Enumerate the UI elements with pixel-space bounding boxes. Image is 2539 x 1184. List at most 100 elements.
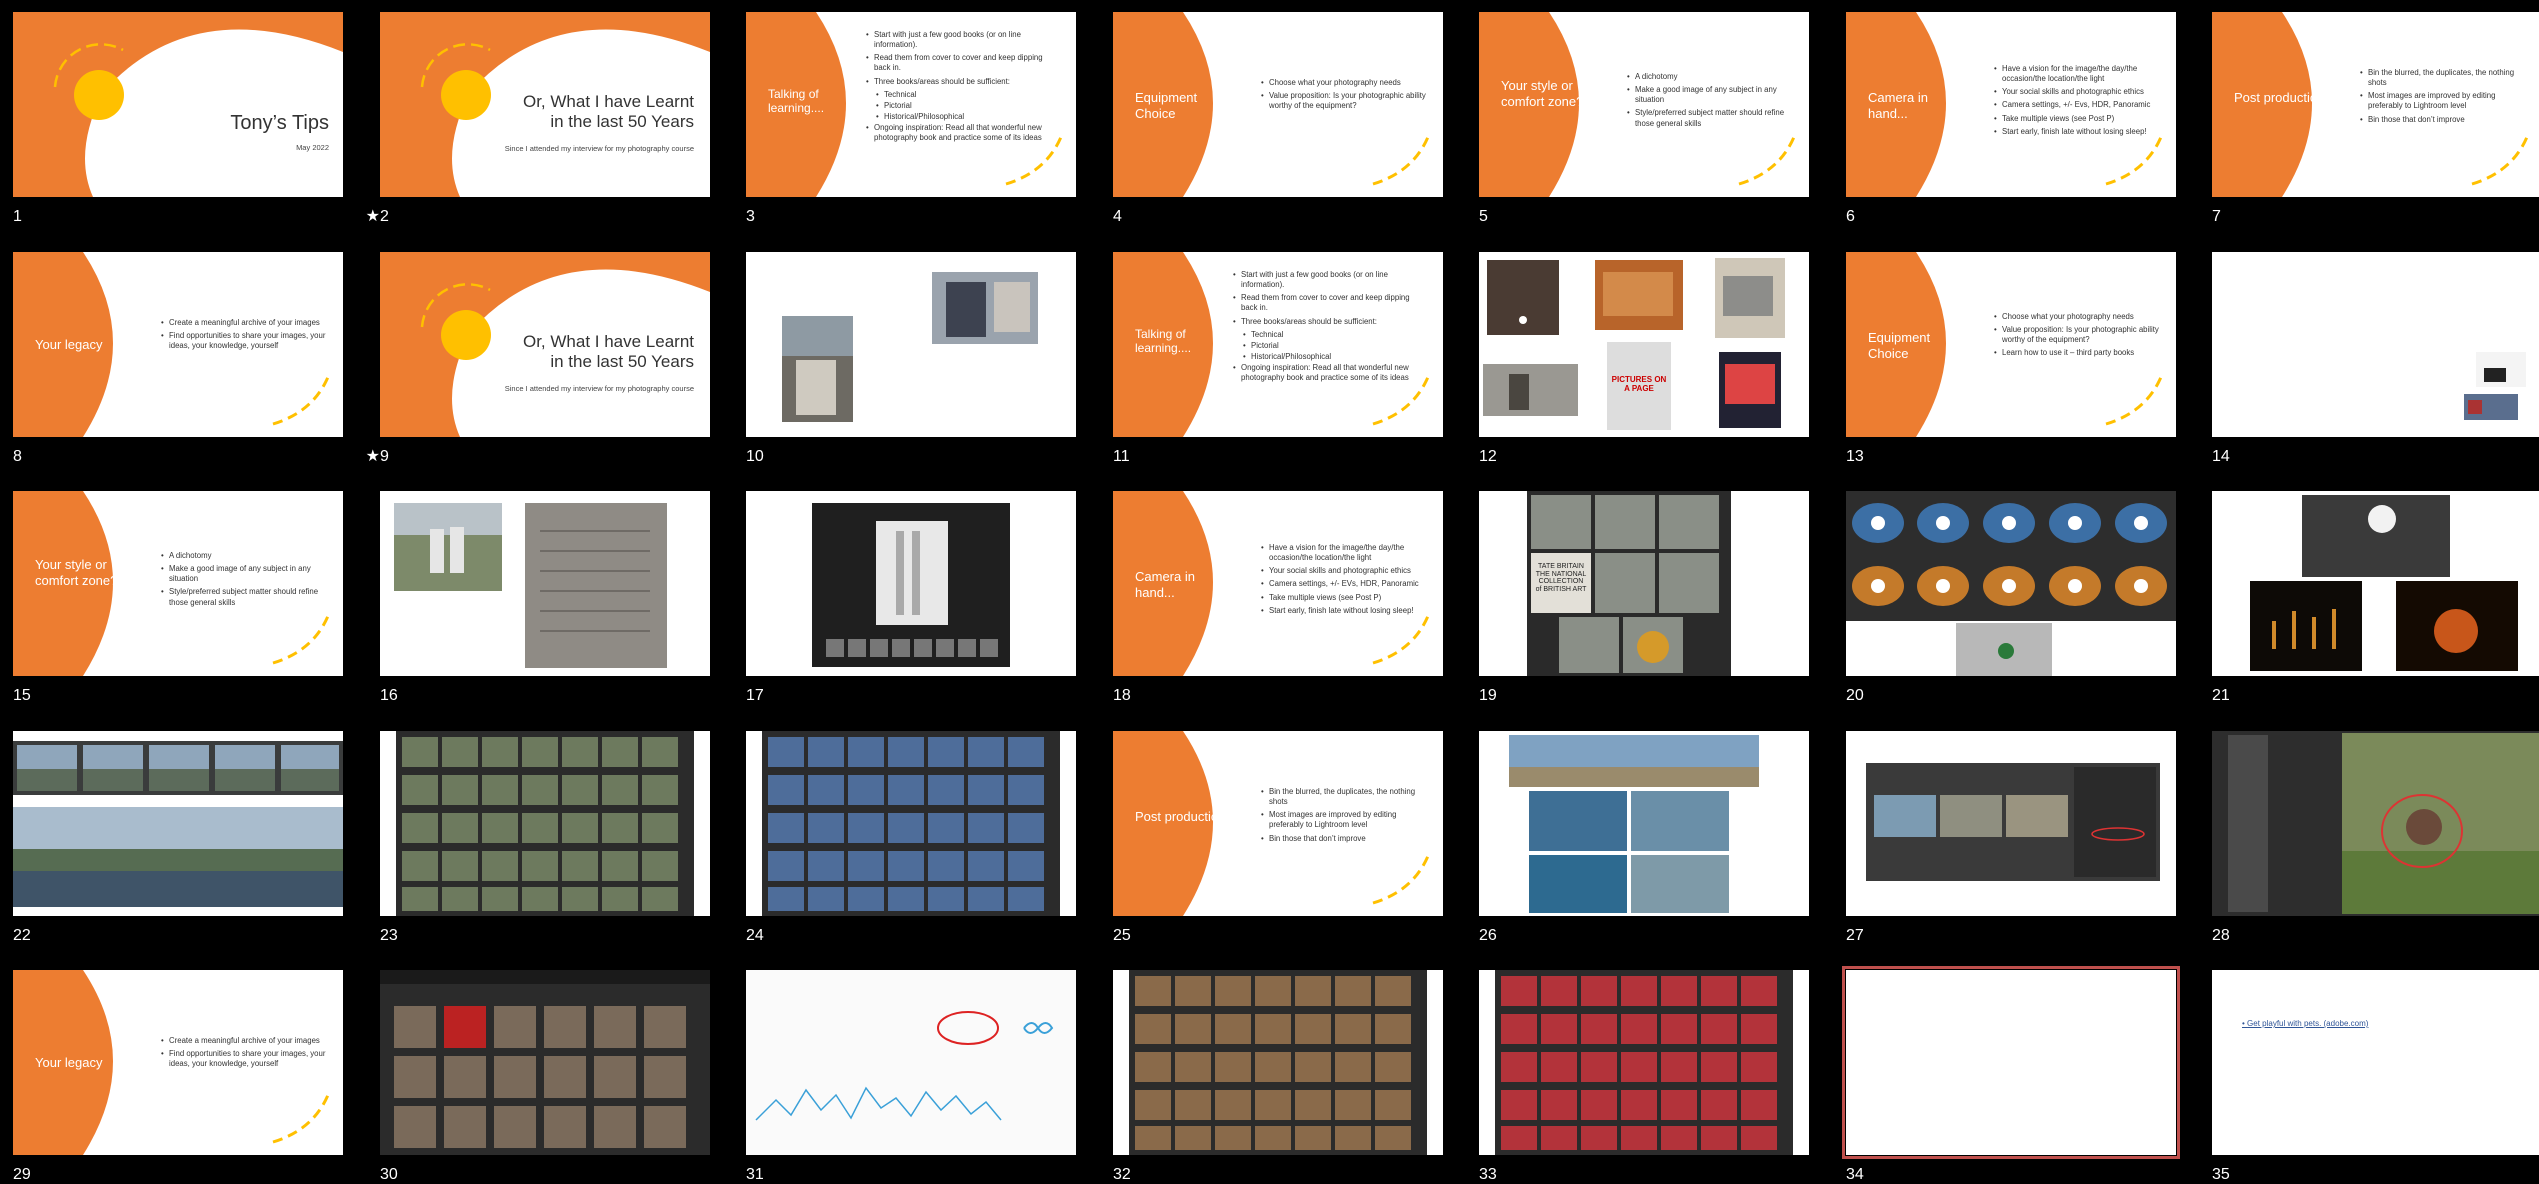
slide-thumbnail-17[interactable] <box>746 491 1076 676</box>
bullet: Have a vision for the image/the day/the … <box>1261 543 1431 563</box>
slide-number: 4 <box>1113 208 1122 225</box>
slide-thumbnail-35[interactable]: • Get playful with pets. (adobe.com) <box>2212 970 2539 1155</box>
bullet-list: Start with just a few good books (or on … <box>1233 270 1428 386</box>
bullet: Camera settings, +/- EVs, HDR, Panoramic <box>1261 579 1431 589</box>
slide-thumbnail-20[interactable] <box>1846 491 2176 676</box>
slide-heading: Your legacy <box>35 337 103 352</box>
slide-number: 28 <box>2212 927 2230 944</box>
slide-thumbnail-25[interactable]: Post production Bin the blurred, the dup… <box>1113 731 1443 916</box>
bullet-list: Start with just a few good books (or on … <box>866 30 1061 146</box>
slide-thumbnail-34-selected[interactable] <box>1842 966 2180 1159</box>
slide-thumbnail-29[interactable]: Your legacy Create a meaningful archive … <box>13 970 343 1155</box>
slide-heading: Your style or comfort zone? <box>35 557 118 588</box>
bullet-list: A dichotomy Make a good image of any sub… <box>1627 72 1797 132</box>
slide-thumbnail-3[interactable]: Talking of learning.... Start with just … <box>746 12 1076 197</box>
bullet: Bin the blurred, the duplicates, the not… <box>1261 787 1431 807</box>
slide-title: Or, What I have Learnt in the last 50 Ye… <box>523 92 694 131</box>
slide-thumbnail-28[interactable] <box>2212 731 2539 916</box>
bullet-list: Bin the blurred, the duplicates, the not… <box>1261 787 1431 847</box>
photo-collage <box>782 272 1038 422</box>
slide-thumbnail-16[interactable] <box>380 491 710 676</box>
slide-thumbnail-26[interactable] <box>1479 731 1809 916</box>
slide-thumbnail-18[interactable]: Camera in hand... Have a vision for the … <box>1113 491 1443 676</box>
slide-number: 9 <box>380 448 389 465</box>
slide-thumbnail-14[interactable] <box>2212 252 2539 437</box>
slide-thumbnail-32[interactable] <box>1113 970 1443 1155</box>
bullet: Most images are improved by editing pref… <box>2360 91 2530 111</box>
slide-thumbnail-5[interactable]: Your style or comfort zone? A dichotomy … <box>1479 12 1809 197</box>
bullet: Take multiple views (see Post P) <box>1994 114 2164 124</box>
bullet: Start with just a few good books (or on … <box>1233 270 1428 290</box>
slide-number: 16 <box>380 687 398 704</box>
slide-thumbnail-8[interactable]: Your legacy Create a meaningful archive … <box>13 252 343 437</box>
slide-thumbnail-22[interactable] <box>13 731 343 916</box>
slide-heading: Talking of learning.... <box>768 87 825 116</box>
hyperlink[interactable]: • Get playful with pets. (adobe.com) <box>2242 1019 2368 1028</box>
slide-thumbnail-10[interactable] <box>746 252 1076 437</box>
slide-number: 8 <box>13 448 22 465</box>
slide-number: 18 <box>1113 687 1131 704</box>
bullet: Style/preferred subject matter should re… <box>1627 108 1797 128</box>
link-text[interactable]: Get playful with pets. (adobe.com) <box>2247 1019 2368 1028</box>
slide-thumbnail-33[interactable] <box>1479 970 1809 1155</box>
bullet-list: Choose what your photography needs Value… <box>1261 78 1431 114</box>
bullet: Have a vision for the image/the day/the … <box>1994 64 2164 84</box>
panorama-photos <box>13 741 343 907</box>
slide-thumbnail-13[interactable]: Equipment Choice Choose what your photog… <box>1846 252 2176 437</box>
analytics-screenshot <box>746 970 1076 1155</box>
slide-thumbnail-11[interactable]: Talking of learning.... Start with just … <box>1113 252 1443 437</box>
slide-number: 7 <box>2212 208 2221 225</box>
slide-number: 27 <box>1846 927 1864 944</box>
bullet-list: A dichotomy Make a good image of any sub… <box>161 551 331 611</box>
slide-number: 34 <box>1846 1166 1864 1183</box>
title-line-2: in the last 50 Years <box>550 351 694 371</box>
bullet: A dichotomy <box>1627 72 1797 82</box>
slide-thumbnail-4[interactable]: Equipment Choice Choose what your photog… <box>1113 12 1443 197</box>
slide-thumbnail-6[interactable]: Camera in hand... Have a vision for the … <box>1846 12 2176 197</box>
bullet-list: Have a vision for the image/the day/the … <box>1994 64 2164 140</box>
slide-title: Or, What I have Learnt in the last 50 Ye… <box>523 332 694 371</box>
slide-thumbnail-31[interactable] <box>746 970 1076 1155</box>
slide-number: 2 <box>380 208 389 225</box>
bullet-list: Choose what your photography needs Value… <box>1994 312 2164 362</box>
slide-thumbnail-30[interactable] <box>380 970 710 1155</box>
slide-heading: Equipment Choice <box>1135 90 1198 121</box>
slide-number: 35 <box>2212 1166 2230 1183</box>
gallery-screenshot <box>812 503 1010 667</box>
slide-thumbnail-23[interactable] <box>380 731 710 916</box>
slide-thumbnail-9[interactable]: Or, What I have Learnt in the last 50 Ye… <box>380 252 710 437</box>
sub-bullet: Historical/Philosophical <box>1233 352 1428 362</box>
slide-thumbnail-19[interactable]: TATE BRITAIN THE NATIONAL COLLECTION of … <box>1479 491 1809 676</box>
slide-heading: Your style or comfort zone? <box>1501 78 1584 109</box>
slide-subtitle: Since I attended my interview for my pho… <box>504 144 694 153</box>
lightroom-grid <box>1129 970 1427 1155</box>
bullet: Create a meaningful archive of your imag… <box>161 1036 331 1046</box>
bullet: Bin the blurred, the duplicates, the not… <box>2360 68 2530 88</box>
slide-thumbnail-21[interactable] <box>2212 491 2539 676</box>
slide-heading: Camera in hand... <box>1868 90 1928 121</box>
lightroom-grid <box>1495 970 1793 1155</box>
slide-thumbnail-12[interactable]: PICTURES ON A PAGE <box>1479 252 1809 437</box>
slide-thumbnail-2[interactable]: Or, What I have Learnt in the last 50 Ye… <box>380 12 710 197</box>
bullet: Learn how to use it – third party books <box>1994 348 2164 358</box>
slide-number: 23 <box>380 927 398 944</box>
slide-thumbnail-7[interactable]: Post production Bin the blurred, the dup… <box>2212 12 2539 197</box>
slide-thumbnail-27[interactable] <box>1846 731 2176 916</box>
night-photos <box>2250 495 2518 671</box>
bullet: Camera settings, +/- Evs, HDR, Panoramic <box>1994 100 2164 110</box>
sub-bullet: Technical <box>1233 330 1428 340</box>
slide-number: 26 <box>1479 927 1497 944</box>
slide-number: 33 <box>1479 1166 1497 1183</box>
slide-number: 10 <box>746 448 764 465</box>
eyes-photo-grid <box>1846 491 2176 676</box>
editor-screenshot <box>2212 731 2539 916</box>
slide-number: 15 <box>13 687 31 704</box>
slide-thumbnail-15[interactable]: Your style or comfort zone? A dichotomy … <box>13 491 343 676</box>
slide-thumbnail-1[interactable]: Tony’s Tips May 2022 <box>13 12 343 197</box>
title-line-1: Or, What I have Learnt <box>522 92 694 111</box>
slide-number: 14 <box>2212 448 2230 465</box>
sub-bullet: Pictorial <box>866 101 1061 111</box>
slide-number: 1 <box>13 208 22 225</box>
slide-thumbnail-24[interactable] <box>746 731 1076 916</box>
title-line-1: Or, What I have Learnt <box>522 332 694 351</box>
